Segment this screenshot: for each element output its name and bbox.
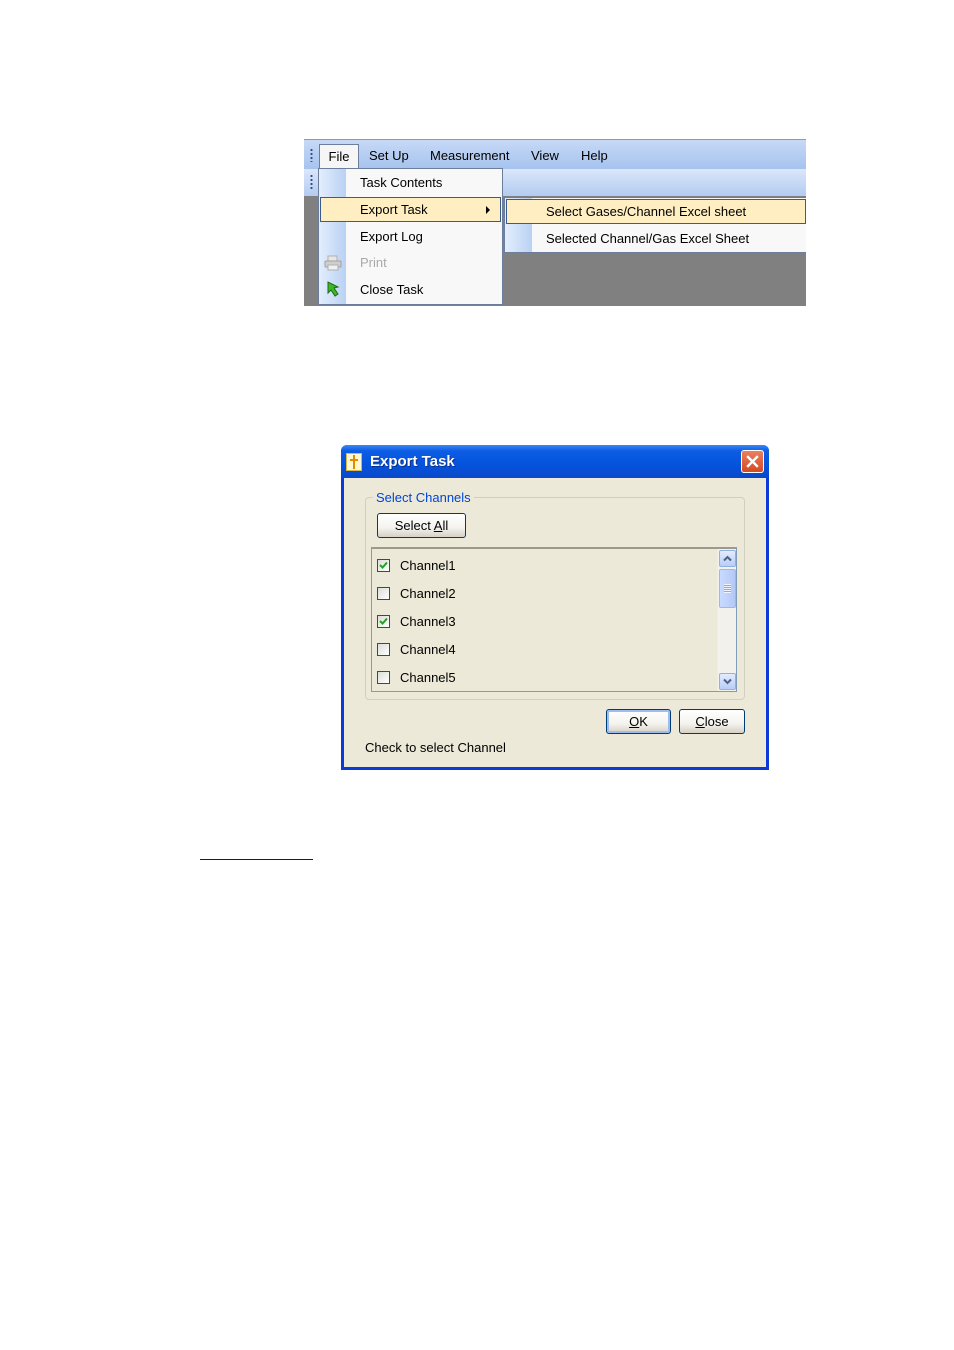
checkbox-unchecked[interactable] xyxy=(377,671,390,684)
menu-setup[interactable]: Set Up xyxy=(369,148,409,164)
channel-label: Channel1 xyxy=(400,558,456,573)
menu-bar: File Set Up Measurement View Help xyxy=(304,139,806,170)
menu-item-task-contents[interactable]: Task Contents xyxy=(320,170,501,195)
export-task-dialog: Export Task Select Channels Select All C… xyxy=(341,445,769,770)
menubar-grip[interactable] xyxy=(310,148,313,162)
menu-item-print: Print xyxy=(320,250,501,275)
scroll-up-button[interactable] xyxy=(719,550,736,567)
channel-checklist[interactable]: Channel1 Channel2 Channel3 Channel4 Chan… xyxy=(371,547,737,692)
check-icon xyxy=(379,561,388,569)
menu-view[interactable]: View xyxy=(531,148,559,164)
close-icon xyxy=(746,455,759,468)
check-icon xyxy=(379,617,388,625)
file-dropdown-menu: Task Contents Export Task Export Log Pri… xyxy=(318,168,503,305)
menu-measurement[interactable]: Measurement xyxy=(430,148,509,164)
close-button[interactable]: Close xyxy=(679,709,745,734)
ok-button[interactable]: OK xyxy=(606,709,671,734)
channel-label: Channel4 xyxy=(400,642,456,657)
vertical-scrollbar[interactable] xyxy=(717,549,736,691)
chevron-up-icon xyxy=(723,555,732,562)
menu-item-selected-channel-gas-excel[interactable]: Selected Channel/Gas Excel Sheet xyxy=(506,226,806,251)
menu-item-close-task[interactable]: Close Task xyxy=(320,277,501,302)
menu-item-label: Select Gases/Channel Excel sheet xyxy=(546,204,747,219)
scroll-down-button[interactable] xyxy=(719,673,736,690)
dialog-titlebar[interactable]: Export Task xyxy=(341,445,769,478)
menu-item-export-log[interactable]: Export Log xyxy=(320,224,501,249)
channel-label: Channel2 xyxy=(400,586,456,601)
menu-help[interactable]: Help xyxy=(581,148,608,164)
link-underline[interactable] xyxy=(200,859,313,860)
app-icon xyxy=(346,453,362,471)
channel-label: Channel3 xyxy=(400,614,456,629)
select-all-button[interactable]: Select All xyxy=(377,513,466,538)
menu-item-export-task[interactable]: Export Task xyxy=(320,197,501,222)
menu-item-label: Print xyxy=(360,255,387,270)
menu-screenshot: File Set Up Measurement View Help Task C… xyxy=(304,139,806,306)
scroll-thumb[interactable] xyxy=(719,569,736,608)
export-task-submenu: Select Gases/Channel Excel sheet Selecte… xyxy=(504,197,806,253)
dialog-title: Export Task xyxy=(370,453,455,470)
submenu-arrow-icon xyxy=(486,206,490,214)
menu-file[interactable]: File xyxy=(319,144,359,170)
menu-file-label: File xyxy=(328,149,350,164)
select-all-label-part: Select xyxy=(394,518,434,533)
menu-item-select-gases-channel-excel[interactable]: Select Gases/Channel Excel sheet xyxy=(506,199,806,224)
menu-item-label: Task Contents xyxy=(360,175,443,190)
group-label: Select Channels xyxy=(373,490,474,505)
dialog-client-area: Select Channels Select All Channel1 Chan… xyxy=(344,478,766,767)
menu-item-label: Selected Channel/Gas Excel Sheet xyxy=(546,231,750,246)
checkbox-checked[interactable] xyxy=(377,615,390,628)
menu-item-label: Close Task xyxy=(360,282,424,297)
toolbar-grip[interactable] xyxy=(310,174,313,191)
titlebar-close-button[interactable] xyxy=(741,450,764,473)
menu-item-label: Export Task xyxy=(360,202,428,217)
ok-label-part: K xyxy=(639,714,648,729)
close-label-part: lose xyxy=(704,714,729,729)
checkbox-unchecked[interactable] xyxy=(377,643,390,656)
select-all-label-part: ll xyxy=(442,518,449,533)
printer-icon xyxy=(324,255,342,271)
chevron-down-icon xyxy=(723,678,732,685)
close-accelerator: C xyxy=(695,714,705,729)
checkbox-unchecked[interactable] xyxy=(377,587,390,600)
ok-accelerator: O xyxy=(629,714,640,729)
checkbox-checked[interactable] xyxy=(377,559,390,572)
green-arrow-icon xyxy=(327,281,340,297)
menu-item-label: Export Log xyxy=(360,229,423,244)
status-text: Check to select Channel xyxy=(365,740,506,755)
channel-label: Channel5 xyxy=(400,670,456,685)
